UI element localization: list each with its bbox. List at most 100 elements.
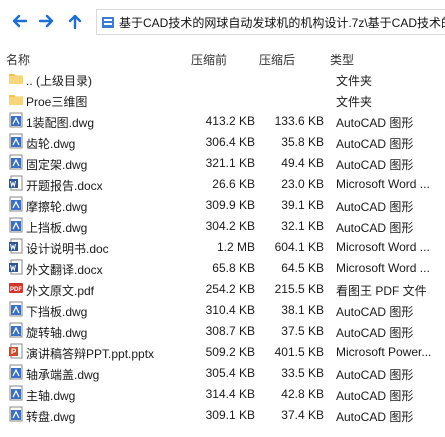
file-type: Microsoft Word ... (336, 177, 430, 191)
file-packed-size: 42.8 KB (281, 387, 324, 401)
file-name: 设计说明书.doc (26, 242, 109, 256)
file-size: 509.2 KB (205, 345, 255, 359)
file-name: 外文原文.pdf (26, 284, 95, 298)
column-packed[interactable]: 压缩后 (259, 51, 295, 68)
file-size: 304.2 KB (205, 219, 255, 233)
file-row[interactable]: 开题报告.docx 26.6 KB 23.0 KB Microsoft Word ..… (0, 173, 445, 194)
folder-icon (8, 70, 24, 86)
column-size[interactable]: 压缩前 (191, 51, 227, 68)
file-row[interactable]: 旋转轴.dwg 308.7 KB 37.5 KB AutoCAD 图形 (0, 320, 445, 341)
file-size: 1.2 MB (216, 240, 255, 254)
file-type: AutoCAD 图形 (336, 158, 414, 172)
file-size: 309.9 KB (205, 198, 255, 212)
file-packed-size: 39.1 KB (281, 198, 324, 212)
forward-arrow-icon[interactable] (36, 10, 58, 32)
word-icon (8, 259, 24, 275)
file-type: AutoCAD 图形 (336, 200, 414, 214)
file-name: 摩擦轮.dwg (26, 200, 88, 214)
file-size: 321.1 KB (205, 156, 255, 170)
word-icon (8, 175, 24, 191)
file-type: 文件夹 (336, 95, 373, 109)
dwg-icon (8, 385, 24, 401)
file-name: 齿轮.dwg (26, 137, 76, 151)
file-type: AutoCAD 图形 (336, 410, 414, 424)
dwg-icon (8, 196, 24, 212)
file-packed-size: 33.5 KB (281, 366, 324, 380)
back-arrow-icon[interactable] (8, 10, 30, 32)
file-type: AutoCAD 图形 (336, 137, 414, 151)
file-name: 外文翻译.docx (26, 263, 103, 277)
file-size: 308.7 KB (205, 324, 255, 338)
dwg-icon (8, 133, 24, 149)
file-row[interactable]: 演讲稿答辩PPT.ppt.pptx 509.2 KB 401.5 KB Microso… (0, 341, 445, 362)
file-name: Proe三维图 (26, 95, 88, 109)
file-type: AutoCAD 图形 (336, 326, 414, 340)
dwg-icon (8, 322, 24, 338)
file-type: Microsoft Word ... (336, 261, 430, 275)
file-name: 1装配图.dwg (26, 116, 95, 130)
column-type[interactable]: 类型 (330, 51, 354, 68)
file-row[interactable]: 固定架.dwg 321.1 KB 49.4 KB AutoCAD 图形 (0, 152, 445, 173)
address-bar[interactable]: 基于CAD技术的网球自动发球机的机构设计.7z\基于CAD技术的 (96, 9, 445, 35)
file-name: 下挡板.dwg (26, 305, 88, 319)
file-row[interactable]: Proe三维图 文件夹 (0, 89, 445, 110)
file-row[interactable]: 下挡板.dwg 310.4 KB 38.1 KB AutoCAD 图形 (0, 299, 445, 320)
pdf-icon: PDF (8, 280, 24, 296)
file-list: .. (上级目录) 文件夹 Proe三维图 文件夹 1装配图.dwg 413.2 KB 13… (0, 68, 445, 425)
dwg-icon (8, 406, 24, 422)
file-size: 65.8 KB (212, 261, 255, 275)
file-row[interactable]: 外文翻译.docx 65.8 KB 64.5 KB Microsoft Word ..… (0, 257, 445, 278)
file-type: AutoCAD 图形 (336, 368, 414, 382)
svg-text:PDF: PDF (10, 287, 22, 293)
file-row[interactable]: PDF 外文原文.pdf 254.2 KB 215.5 KB 看图王 PDF 文件 (0, 278, 445, 299)
file-packed-size: 37.4 KB (281, 408, 324, 422)
column-header: 名称 压缩前 压缩后 类型 (0, 46, 445, 68)
file-name: 转盘.dwg (26, 410, 76, 424)
dwg-icon (8, 217, 24, 233)
dwg-icon (8, 301, 24, 317)
toolbar: 基于CAD技术的网球自动发球机的机构设计.7z\基于CAD技术的 (0, 0, 445, 42)
dwg-icon (8, 154, 24, 170)
file-packed-size: 215.5 KB (274, 282, 324, 296)
archive-icon (102, 17, 114, 28)
file-size: 254.2 KB (205, 282, 255, 296)
file-name: 开题报告.docx (26, 179, 103, 193)
file-size: 305.4 KB (205, 366, 255, 380)
file-row[interactable]: 齿轮.dwg 306.4 KB 35.8 KB AutoCAD 图形 (0, 131, 445, 152)
file-type: AutoCAD 图形 (336, 389, 414, 403)
file-packed-size: 35.8 KB (281, 135, 324, 149)
file-name: 固定架.dwg (26, 158, 88, 172)
file-name: 旋转轴.dwg (26, 326, 88, 340)
file-packed-size: 38.1 KB (281, 303, 324, 317)
file-row[interactable]: 主轴.dwg 314.4 KB 42.8 KB AutoCAD 图形 (0, 383, 445, 404)
file-row[interactable]: .. (上级目录) 文件夹 (0, 68, 445, 89)
file-size: 306.4 KB (205, 135, 255, 149)
file-row[interactable]: 摩擦轮.dwg 309.9 KB 39.1 KB AutoCAD 图形 (0, 194, 445, 215)
file-row[interactable]: 上挡板.dwg 304.2 KB 32.1 KB AutoCAD 图形 (0, 215, 445, 236)
file-row[interactable]: 转盘.dwg 309.1 KB 37.4 KB AutoCAD 图形 (0, 404, 445, 425)
file-name: 主轴.dwg (26, 389, 76, 403)
file-packed-size: 23.0 KB (281, 177, 324, 191)
file-size: 314.4 KB (205, 387, 255, 401)
file-type: Microsoft Power... (336, 345, 432, 359)
file-row[interactable]: 轴承端盖.dwg 305.4 KB 33.5 KB AutoCAD 图形 (0, 362, 445, 383)
file-type: 文件夹 (336, 74, 373, 88)
file-packed-size: 133.6 KB (274, 114, 324, 128)
up-arrow-icon[interactable] (64, 10, 86, 32)
file-name: 上挡板.dwg (26, 221, 88, 235)
file-type: AutoCAD 图形 (336, 116, 414, 130)
file-type: AutoCAD 图形 (336, 305, 414, 319)
file-name: 演讲稿答辩PPT.ppt.pptx (26, 347, 155, 361)
dwg-icon (8, 364, 24, 380)
file-row[interactable]: 1装配图.dwg 413.2 KB 133.6 KB AutoCAD 图形 (0, 110, 445, 131)
file-row[interactable]: 设计说明书.doc 1.2 MB 604.1 KB Microsoft Word ..… (0, 236, 445, 257)
column-name[interactable]: 名称 (6, 51, 30, 68)
file-size: 309.1 KB (205, 408, 255, 422)
file-packed-size: 37.5 KB (281, 324, 324, 338)
word-icon (8, 238, 24, 254)
folder-icon (8, 91, 24, 107)
file-type: 看图王 PDF 文件 (336, 284, 427, 298)
file-size: 310.4 KB (205, 303, 255, 317)
file-type: Microsoft Word ... (336, 240, 430, 254)
file-name: .. (上级目录) (26, 74, 92, 88)
